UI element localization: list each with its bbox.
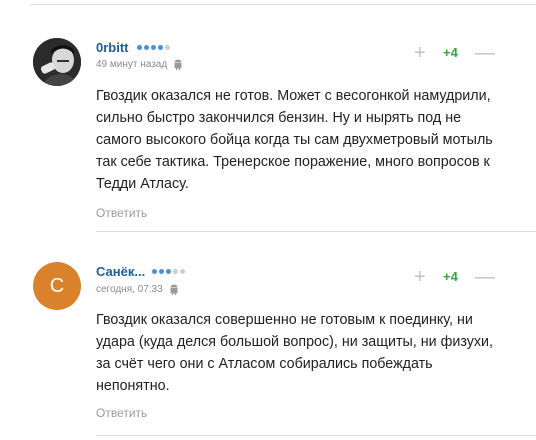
comment-meta: сегодня, 07:33 [96,284,179,295]
downvote-button[interactable]: — [475,43,495,63]
comment-text: Гвоздик оказался совершенно не готовым к… [96,312,493,394]
android-icon [170,284,178,295]
comment-divider [96,231,536,232]
rating-dot [173,269,178,274]
rating-dot [158,45,163,50]
avatar[interactable] [33,38,81,86]
rating-dot [159,269,164,274]
upvote-button[interactable]: + [414,267,426,287]
rating-dot [180,269,185,274]
rating-dot [151,45,156,50]
author-name[interactable]: Санёк... [96,264,145,279]
comment-text: Гвоздик оказался не готов. Может с весог… [96,88,493,192]
android-icon [174,59,182,70]
comment-divider [96,435,536,436]
comment-time: сегодня, 07:33 [96,284,163,295]
rating-dot [144,45,149,50]
upvote-button[interactable]: + [414,43,426,63]
reply-button[interactable]: Ответить [96,406,147,420]
downvote-button[interactable]: — [475,267,495,287]
avatar[interactable]: С [33,262,81,310]
author-name[interactable]: 0rbitt [96,40,129,55]
top-divider [30,4,536,5]
rating-dot [152,269,157,274]
comment-meta: 49 минут назад [96,59,183,70]
comment-time: 49 минут назад [96,59,168,70]
rating-dot [137,45,142,50]
user-rating-dots [137,45,170,50]
rating-dot [165,45,170,50]
rating-dot [166,269,171,274]
comment-score: +4 [443,45,458,60]
avatar-photo [33,38,81,86]
comment-score: +4 [443,269,458,284]
reply-button[interactable]: Ответить [96,206,147,220]
user-rating-dots [152,269,185,274]
